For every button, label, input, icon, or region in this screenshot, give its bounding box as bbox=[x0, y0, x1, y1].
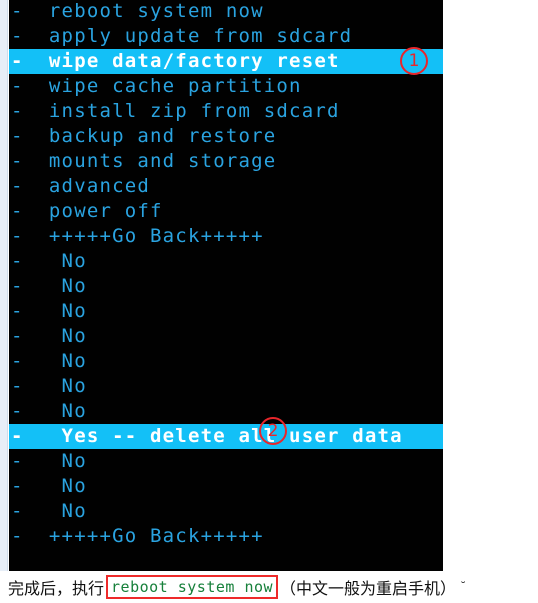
confirm-item-no-5[interactable]: - No bbox=[9, 349, 443, 374]
confirm-item-no-7[interactable]: - No bbox=[9, 399, 443, 424]
menu-item-reboot-system-now[interactable]: - reboot system now bbox=[9, 0, 443, 24]
screenshot-root: - reboot system now - apply update from … bbox=[0, 0, 538, 603]
menu-item-mounts-and-storage[interactable]: - mounts and storage bbox=[9, 149, 443, 174]
menu-item-install-zip-sdcard[interactable]: - install zip from sdcard bbox=[9, 99, 443, 124]
recovery-console: - reboot system now - apply update from … bbox=[9, 0, 443, 571]
confirm-item-no-1[interactable]: - No bbox=[9, 249, 443, 274]
confirm-item-no-8[interactable]: - No bbox=[9, 449, 443, 474]
menu-item-power-off[interactable]: - power off bbox=[9, 199, 443, 224]
confirm-item-no-3[interactable]: - No bbox=[9, 299, 443, 324]
caption-trailing-mark: ˘ bbox=[460, 580, 467, 594]
menu-item-go-back-top[interactable]: - +++++Go Back+++++ bbox=[9, 224, 443, 249]
menu-item-wipe-data-factory-reset[interactable]: - wipe data/factory reset bbox=[9, 49, 443, 74]
annotation-marker-2: 2 bbox=[259, 417, 287, 445]
confirm-item-go-back-bottom[interactable]: - +++++Go Back+++++ bbox=[9, 524, 443, 549]
menu-item-backup-and-restore[interactable]: - backup and restore bbox=[9, 124, 443, 149]
confirm-item-no-2[interactable]: - No bbox=[9, 274, 443, 299]
annotation-marker-1: 1 bbox=[400, 47, 428, 75]
confirm-item-yes-delete-all-user-data[interactable]: - Yes -- delete all user data bbox=[9, 424, 443, 449]
confirm-item-no-4[interactable]: - No bbox=[9, 324, 443, 349]
confirm-item-no-9[interactable]: - No bbox=[9, 474, 443, 499]
confirm-item-no-10[interactable]: - No bbox=[9, 499, 443, 524]
caption-bar: 完成后，执行 reboot system now （中文一般为重启手机） ˘ bbox=[0, 571, 538, 603]
menu-item-wipe-cache-partition[interactable]: - wipe cache partition bbox=[9, 74, 443, 99]
caption-suffix-text: （中文一般为重启手机） bbox=[280, 579, 457, 598]
confirm-item-no-6[interactable]: - No bbox=[9, 374, 443, 399]
menu-item-advanced[interactable]: - advanced bbox=[9, 174, 443, 199]
left-gutter-strip bbox=[0, 0, 8, 571]
caption-prefix-text: 完成后，执行 bbox=[8, 579, 105, 598]
caption-command-code: reboot system now bbox=[106, 575, 279, 599]
menu-item-apply-update-sdcard[interactable]: - apply update from sdcard bbox=[9, 24, 443, 49]
